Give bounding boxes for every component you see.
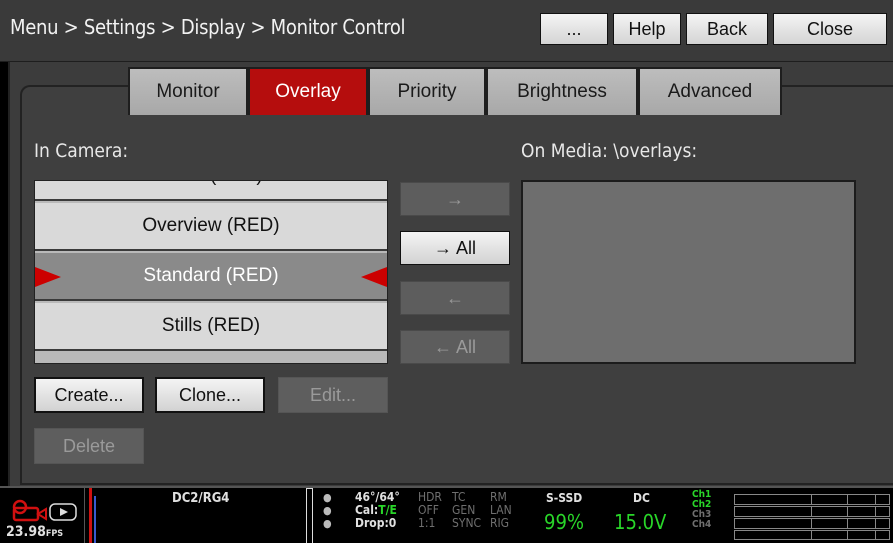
help-button[interactable]: Help [613,13,681,45]
tab-monitor[interactable]: Monitor [128,67,248,115]
breadcrumb: Menu > Settings > Display > Monitor Cont… [10,15,406,39]
close-button[interactable]: Close [773,13,887,45]
back-button[interactable]: Back [686,13,768,45]
sensor-status: 46°/64° Cal:T/E Drop:0 [355,490,400,530]
status-dots: ● ● ● [323,491,332,530]
list-item[interactable]: None (RED) [35,181,387,201]
list-item[interactable]: Overview (RED) [35,203,387,251]
delete-button[interactable]: Delete [34,428,144,464]
more-button[interactable]: ... [540,13,608,45]
copy-to-camera-button[interactable]: ← [400,281,510,315]
media-percent: 99% [544,510,584,534]
edit-button[interactable]: Edit... [278,377,388,413]
audio-meter-ch1 [734,494,890,505]
selection-left-marker-icon [35,267,61,287]
power-label: DC [633,491,650,505]
on-media-list[interactable] [521,180,856,364]
selection-right-marker-icon [361,267,387,287]
flags-grid: HDR TC RM OFF GEN LAN 1:1 SYNC RIG [418,490,512,530]
title-bar: Menu > Settings > Display > Monitor Cont… [0,0,893,62]
histogram [84,488,106,543]
list-item[interactable]: Stills (RED) [35,303,387,351]
create-button[interactable]: Create... [34,377,144,413]
fps-readout: 23.98FPS [6,524,64,540]
in-camera-list[interactable]: None (RED) Overview (RED) Standard (RED)… [34,180,388,364]
audio-meter-bar [306,488,313,543]
copy-all-to-camera-button[interactable]: ← All [400,330,510,364]
list-item-label: Standard (RED) [143,265,279,286]
in-camera-label: In Camera: [34,140,129,162]
tab-brightness[interactable]: Brightness [486,67,638,115]
media-label: S-SSD [546,491,583,505]
list-item-selected[interactable]: Standard (RED) [35,253,387,301]
on-media-label: On Media: \overlays: [521,140,698,162]
format-readout: DC2/RG4 [172,491,230,506]
camera-record-icon [12,499,77,522]
audio-meter-ch4 [734,530,890,540]
tab-overlay[interactable]: Overlay [248,67,368,115]
power-voltage: 15.0V [614,510,667,534]
copy-to-media-button[interactable]: → [400,182,510,216]
audio-channels: Ch1 Ch2 Ch3 Ch4 [692,489,712,530]
audio-meter-ch3 [734,518,890,529]
tab-advanced[interactable]: Advanced [638,67,782,115]
status-bar: 23.98FPS DC2/RG4 ● ● ● 46°/64° Cal:T/E Dro… [0,486,893,543]
audio-meter-ch2 [734,506,890,517]
tab-priority[interactable]: Priority [368,67,486,115]
copy-all-to-media-button[interactable]: → All [400,231,510,265]
clone-button[interactable]: Clone... [155,377,265,413]
